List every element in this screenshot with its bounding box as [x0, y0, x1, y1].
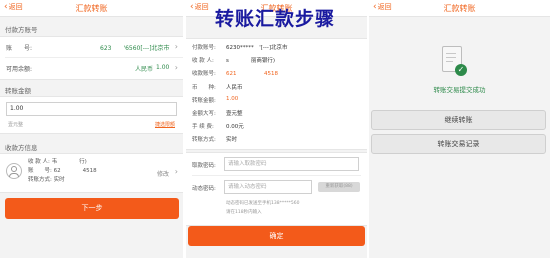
nav-bar: ‹返回 汇款转账 [0, 0, 183, 17]
auth-panel: 取款密码: 请输入取款密码 动态密码: 请输入动态密码 重新获取(88) 动态密… [186, 152, 367, 226]
page-title: 汇款转账 [443, 4, 476, 13]
payee-card[interactable]: 收 款 人: 韦 行) 账 号: 62 4518 转账方式: 实时 修改 › [0, 153, 183, 193]
payer-section-title: 付款方账号 [5, 26, 38, 34]
balance-value: 1.00 [156, 64, 170, 71]
detail-value: 621 4518 [226, 71, 278, 78]
balance-row: 可用余额: 人民币 1.00 › [6, 63, 178, 74]
screen-transfer-form: ‹返回 汇款转账 付款方账号 账 号: 623 '6560[---]北京市 › … [0, 0, 183, 258]
payee-account: 62 4518 [53, 168, 97, 174]
check-icon: ✓ [455, 64, 467, 76]
chevron-right-icon: › [174, 63, 178, 72]
account-row[interactable]: 账 号: 623 '6560[---]北京市 › [0, 43, 183, 55]
detail-label: 手 续 费: [192, 124, 214, 131]
detail-label: 收款账号: [192, 71, 216, 78]
chevron-right-icon: › [174, 167, 178, 176]
detail-value: 人民币 [226, 84, 243, 91]
detail-row: 付款账号: 6230***** '[---]北京市 [192, 43, 363, 54]
detail-value: 实时 [226, 137, 238, 144]
account-value: 623 '6560[---]北京市 [100, 45, 170, 52]
success-document-icon: ✓ [442, 46, 468, 78]
detail-label: 转账方式: [192, 137, 216, 144]
otp-input[interactable]: 请输入动态密码 [224, 180, 312, 194]
otp-timer-hint: 请在118秒内输入 [226, 210, 262, 215]
detail-value: s 丽商银行) [226, 58, 276, 65]
transfer-records-button[interactable]: 转账交易记录 [371, 134, 546, 154]
detail-label: 付款账号: [192, 45, 216, 51]
amount-panel: 1.00 壹元整 捷选限额 [0, 96, 183, 134]
amount-in-words: 壹元整 [8, 122, 24, 128]
detail-value: 壹元整 [226, 111, 243, 117]
payee-mode: 实时 [53, 177, 65, 183]
otp-label: 动态密码: [192, 186, 216, 192]
confirm-button[interactable]: 确定 [188, 226, 365, 246]
detail-row: 收款账号: 621 4518 [192, 69, 363, 80]
confirm-details-panel: 付款账号: 6230***** '[---]北京市收 款 人: s 丽商银行) 收款账… [186, 38, 367, 150]
detail-row: 手 续 费: 0.00元 [192, 122, 363, 133]
password-input[interactable]: 请输入取款密码 [224, 157, 359, 171]
detail-row: 收 款 人: s 丽商银行) [192, 56, 363, 67]
detail-value: 6230***** '[---]北京市 [226, 45, 288, 51]
detail-row: 转账金额: 1.00 [192, 96, 363, 107]
detail-label: 收 款 人: [192, 58, 214, 65]
detail-label: 金额大写: [192, 111, 216, 117]
balance-currency: 人民币 [135, 66, 154, 73]
screen-success: ‹返回 汇款转账 ✓ 转账交易提交成功 继续转账 转账交易记录 [369, 0, 550, 258]
detail-value: 1.00 [226, 95, 239, 102]
limit-link[interactable]: 捷选限额 [155, 121, 175, 128]
chevron-right-icon: › [174, 42, 178, 51]
overlay-title: 转账汇款步骤 [214, 8, 335, 30]
payee-name: 韦 行) [51, 159, 87, 165]
resend-otp-button[interactable]: 重新获取(88) [318, 182, 360, 192]
payee-account-row: 账 号: 62 4518 [28, 168, 97, 174]
detail-label: 币 种: [192, 84, 216, 91]
next-button[interactable]: 下一步 [5, 198, 179, 219]
user-avatar-icon [6, 163, 22, 179]
detail-value: 0.00元 [226, 124, 244, 131]
continue-transfer-button[interactable]: 继续转账 [371, 110, 546, 130]
payee-mode-row: 转账方式: 实时 [28, 177, 65, 183]
password-label: 取款密码: [192, 163, 216, 169]
payee-name-row: 收 款 人: 韦 行) [28, 159, 87, 165]
edit-payee-link[interactable]: 修改 [157, 169, 169, 178]
amount-input[interactable]: 1.00 [6, 102, 177, 116]
payer-panel: 账 号: 623 '6560[---]北京市 › 可用余额: 人民币 1.00 … [0, 36, 183, 80]
nav-bar: ‹返回 汇款转账 [369, 0, 550, 17]
page-title: 汇款转账 [75, 4, 108, 13]
amount-section-title: 转账金额 [5, 87, 31, 95]
otp-hint: 动态密码已发送至手机138*****560 [226, 201, 300, 206]
payee-section-title: 收款方信息 [5, 144, 38, 152]
detail-row: 金额大写: 壹元整 [192, 109, 363, 120]
detail-row: 币 种: 人民币 [192, 83, 363, 94]
detail-row: 转账方式: 实时 [192, 135, 363, 146]
detail-label: 转账金额: [192, 97, 216, 104]
screen-confirm: ‹返回 汇款转账 付款账号: 6230***** '[---]北京市收 款 人: s… [186, 0, 367, 258]
success-message: 转账交易提交成功 [433, 86, 486, 94]
